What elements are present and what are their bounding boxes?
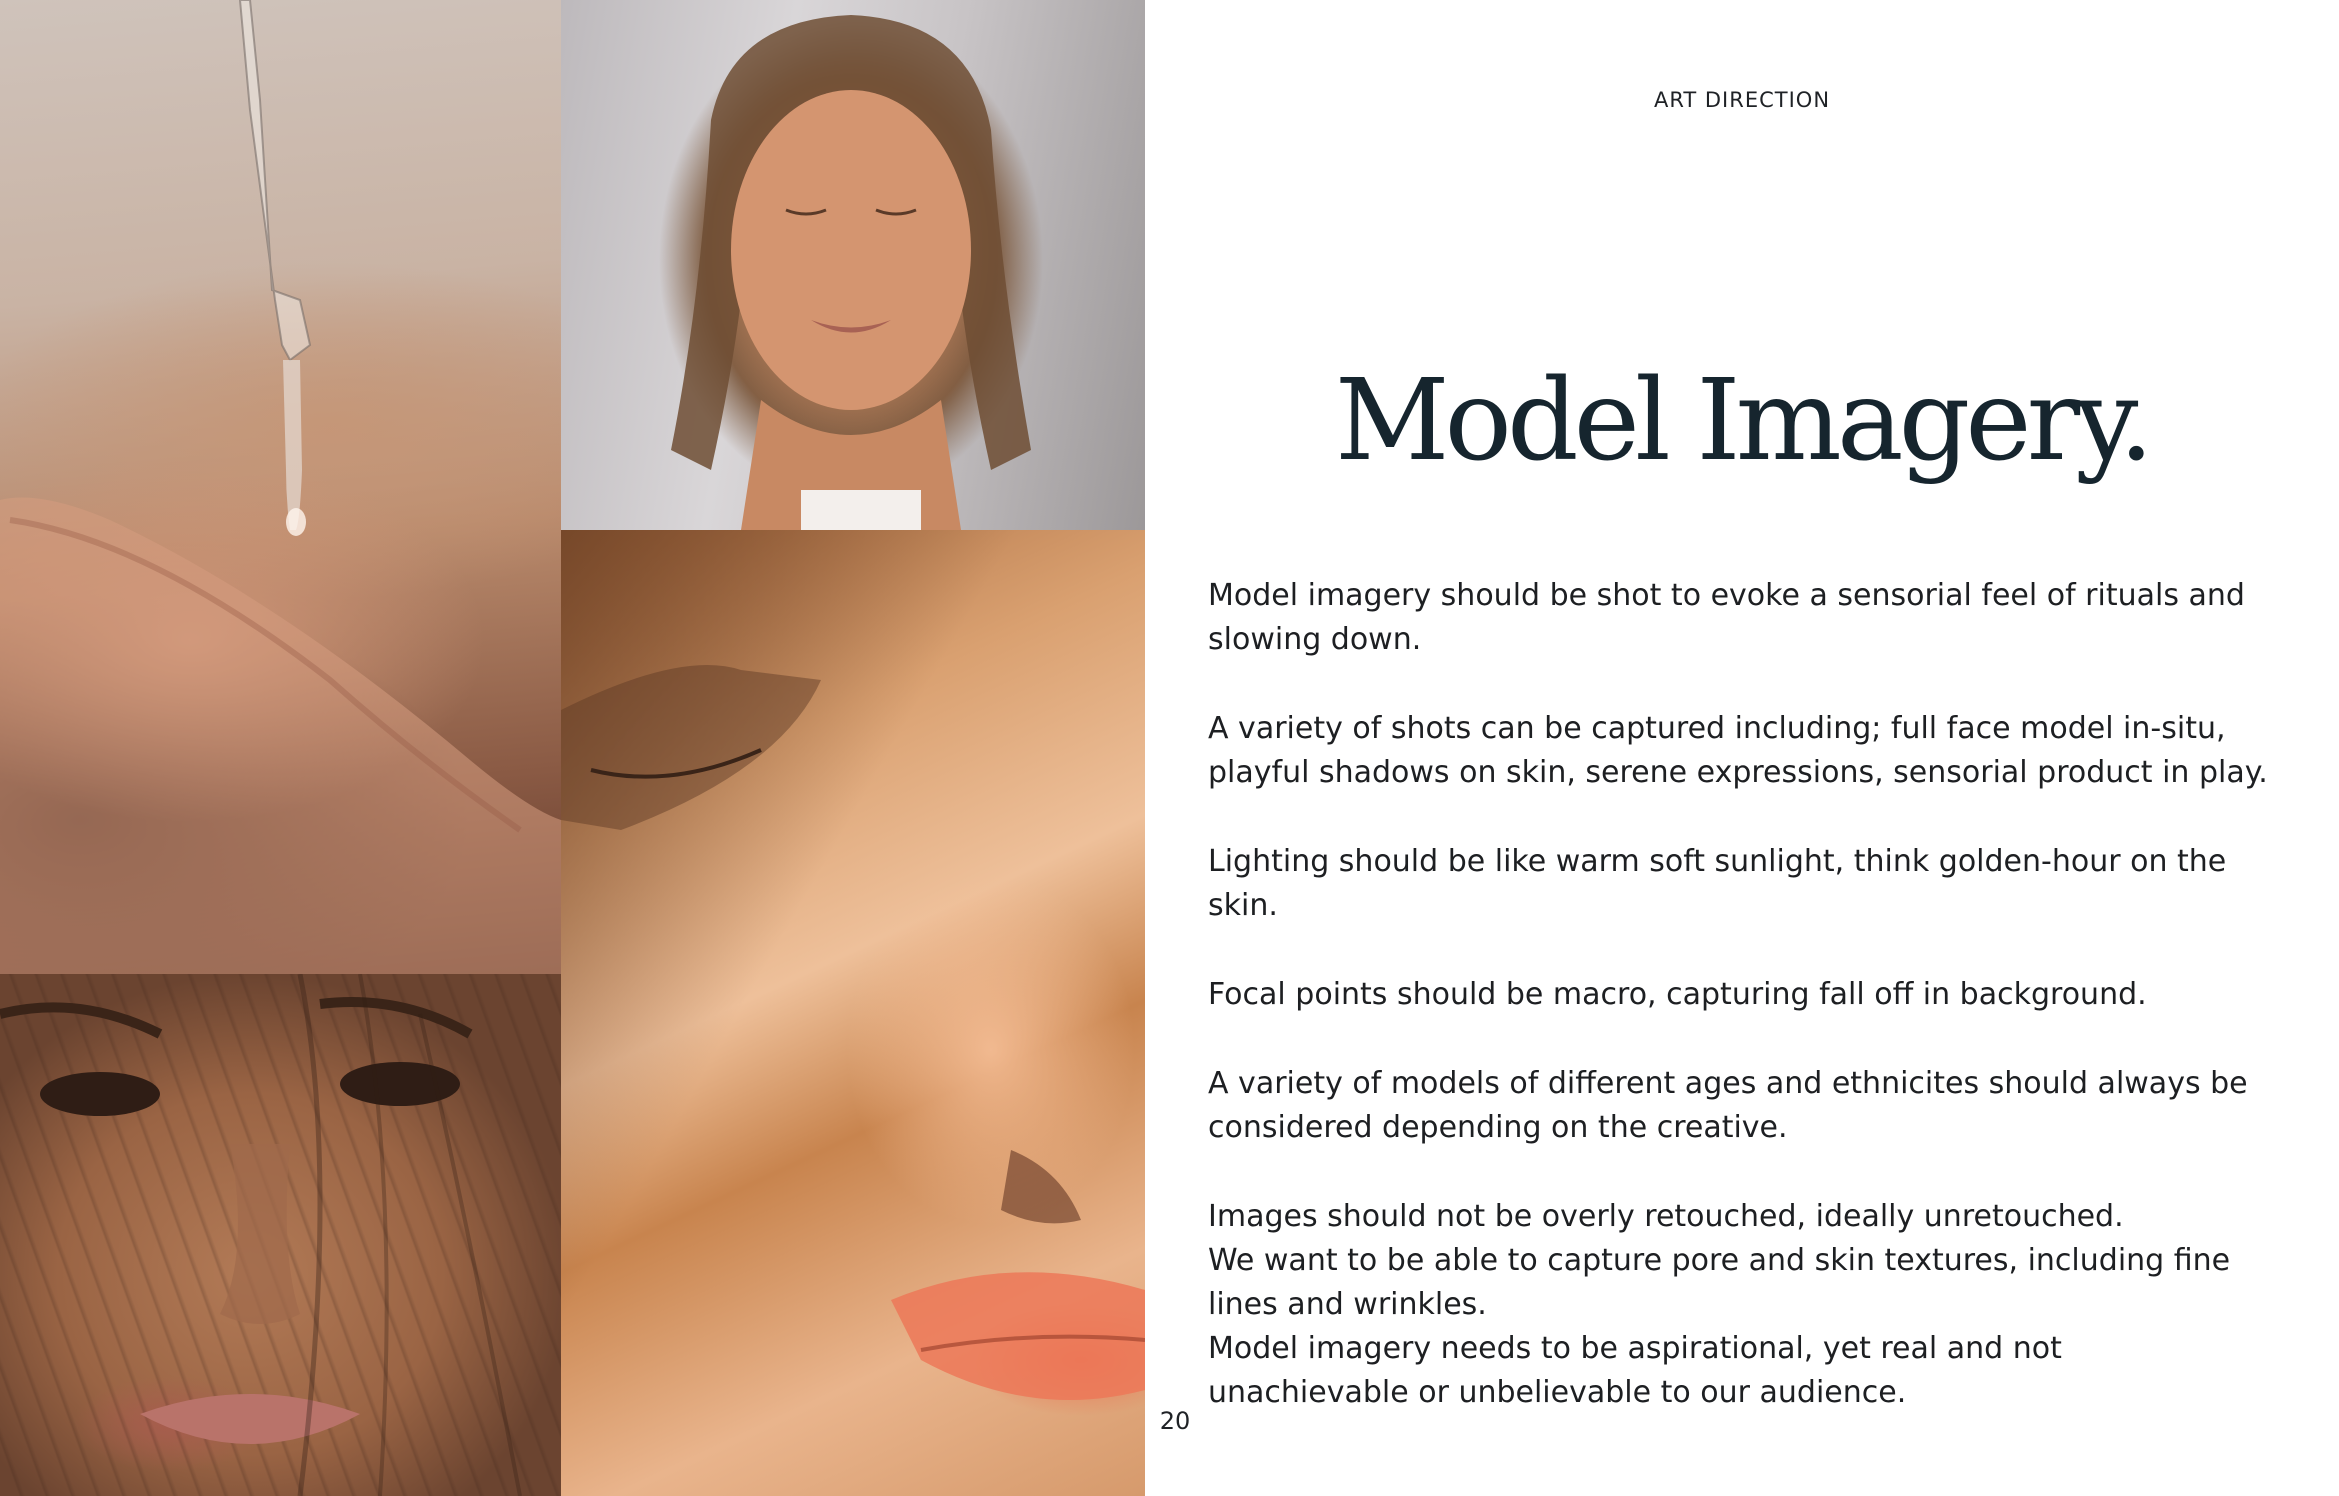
- sunlit-face-closeup-photo: [561, 530, 1145, 1496]
- section-label: ART DIRECTION: [1653, 88, 1831, 112]
- body-copy: Model imagery should be shot to evoke a …: [1208, 574, 2268, 1415]
- pipette-serum-photo: [0, 0, 561, 974]
- woman-eyes-closed-photo: [561, 0, 1145, 530]
- paragraph: A variety of shots can be captured inclu…: [1208, 711, 2268, 790]
- paragraph-line: We want to be able to capture pore and s…: [1208, 1243, 2231, 1322]
- paragraph-line: Model imagery needs to be aspirational, …: [1208, 1331, 2062, 1410]
- paragraph: A variety of models of different ages an…: [1208, 1066, 2248, 1145]
- page-number: 20: [1159, 1407, 1191, 1435]
- face-leaf-shadows-photo: [0, 974, 561, 1496]
- paragraph: Lighting should be like warm soft sunlig…: [1208, 844, 2227, 923]
- paragraph-line: Images should not be overly retouched, i…: [1208, 1199, 2124, 1234]
- page-title: Model Imagery.: [1334, 356, 2154, 486]
- paragraph: Focal points should be macro, capturing …: [1208, 977, 2147, 1012]
- paragraph: Model imagery should be shot to evoke a …: [1208, 578, 2245, 657]
- brand-guidelines-page: ART DIRECTION Model Imagery. Model image…: [0, 0, 2339, 1496]
